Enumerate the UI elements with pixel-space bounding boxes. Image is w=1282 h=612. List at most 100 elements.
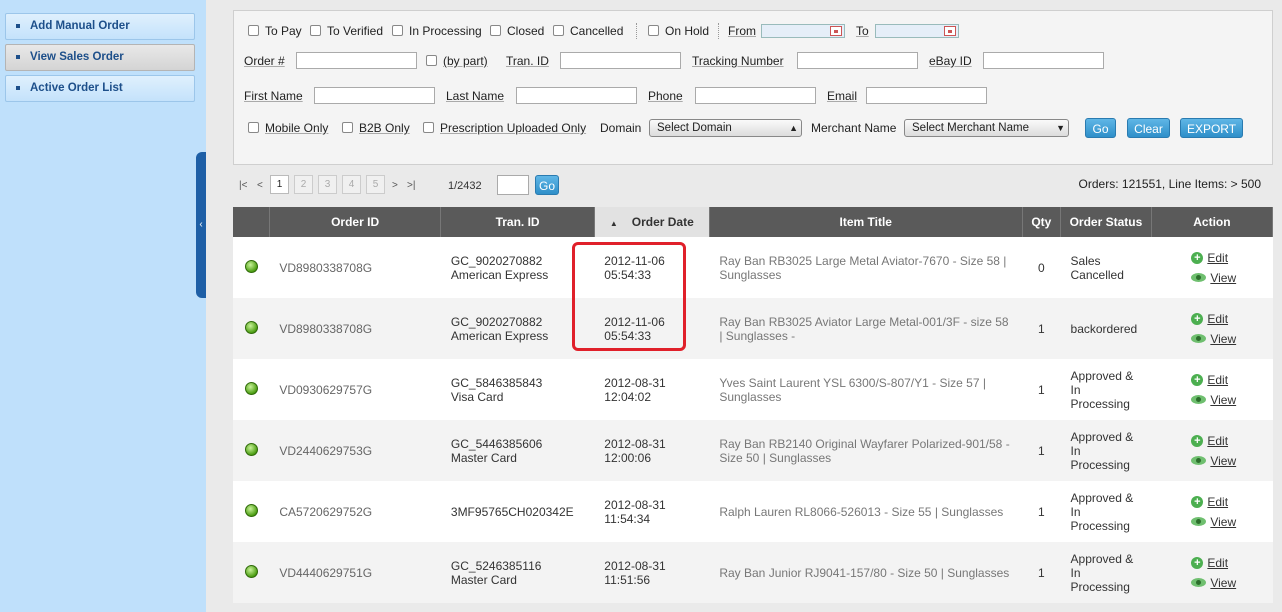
calendar-icon[interactable] <box>830 26 842 36</box>
tracking-number-input[interactable] <box>797 52 918 69</box>
column-header-order-date[interactable]: ▲ Order Date <box>594 207 710 237</box>
view-link[interactable]: View <box>1210 332 1236 346</box>
edit-action[interactable]: + Edit <box>1191 492 1262 512</box>
view-action[interactable]: View <box>1191 268 1262 288</box>
clear-button[interactable]: Clear <box>1127 118 1170 138</box>
page-link[interactable]: 2 <box>294 175 313 194</box>
page-link[interactable]: 1 <box>270 175 289 194</box>
to-verified-checkbox[interactable] <box>310 25 321 36</box>
edit-link[interactable]: Edit <box>1207 373 1228 387</box>
view-link[interactable]: View <box>1210 454 1236 468</box>
bullet-icon <box>16 23 20 28</box>
divider <box>636 23 637 39</box>
ebay-id-input[interactable] <box>983 52 1104 69</box>
first-page-link[interactable]: |< <box>239 180 247 191</box>
view-link[interactable]: View <box>1210 576 1236 590</box>
page-link[interactable]: 4 <box>342 175 361 194</box>
view-action[interactable]: View <box>1191 573 1262 593</box>
order-id-cell: VD8980338708G <box>279 260 373 275</box>
to-date-field[interactable] <box>875 24 959 38</box>
sidebar-item-add-manual-order[interactable]: Add Manual Order <box>5 13 195 40</box>
order-number-input[interactable] <box>296 52 417 69</box>
cancelled-checkbox[interactable] <box>553 25 564 36</box>
to-pay-checkbox[interactable] <box>248 25 259 36</box>
edit-link[interactable]: Edit <box>1207 495 1228 509</box>
calendar-icon[interactable] <box>944 26 956 36</box>
column-header-order-status[interactable]: Order Status <box>1060 207 1152 237</box>
edit-link[interactable]: Edit <box>1207 312 1228 326</box>
add-circle-icon: + <box>1191 312 1204 325</box>
status-led-icon <box>244 564 258 578</box>
phone-label: Phone <box>648 89 683 103</box>
column-header-order-id[interactable]: Order ID <box>269 207 442 237</box>
first-name-input[interactable] <box>314 87 435 104</box>
qty-cell: 1 <box>1038 565 1045 580</box>
export-button[interactable]: EXPORT <box>1180 118 1243 138</box>
order-summary: Orders: 121551, Line Items: > 500 <box>1078 177 1261 191</box>
order-date-cell: 2012-08-31 12:00:06 <box>594 420 709 481</box>
email-input[interactable] <box>866 87 987 104</box>
table-header-row: Order ID Tran. ID ▲ Order Date Item Title… <box>233 207 1274 237</box>
column-header-tran-id[interactable]: Tran. ID <box>440 207 595 237</box>
order-status-cell: Approved & In Processing <box>1070 490 1134 533</box>
view-link[interactable]: View <box>1210 515 1236 529</box>
eye-icon <box>1191 272 1207 282</box>
edit-action[interactable]: + Edit <box>1191 309 1262 329</box>
next-page-link[interactable]: > <box>392 180 398 191</box>
b2b-only-checkbox[interactable] <box>342 122 353 133</box>
qty-cell: 1 <box>1038 504 1045 519</box>
edit-link[interactable]: Edit <box>1207 251 1228 265</box>
sidebar-item-label: Add Manual Order <box>30 20 130 32</box>
prev-page-link[interactable]: < <box>257 180 263 191</box>
order-id-cell: VD2440629753G <box>279 443 373 458</box>
page-link[interactable]: 5 <box>366 175 385 194</box>
order-id-cell: CA5720629752G <box>279 504 373 519</box>
closed-checkbox[interactable] <box>490 25 501 36</box>
edit-action[interactable]: + Edit <box>1191 553 1262 573</box>
order-date-cell: 2012-08-31 12:04:02 <box>594 359 709 420</box>
sidebar-item-view-sales-order[interactable]: View Sales Order <box>5 44 195 71</box>
merchant-select[interactable]: Select Merchant Name ▼ <box>904 119 1069 137</box>
edit-action[interactable]: + Edit <box>1191 370 1262 390</box>
tran-id: 3MF95765CH020342E <box>450 504 574 519</box>
page-link[interactable]: 3 <box>318 175 337 194</box>
phone-input[interactable] <box>695 87 816 104</box>
page-go-button[interactable]: Go <box>535 175 559 195</box>
add-circle-icon: + <box>1191 495 1204 508</box>
view-action[interactable]: View <box>1191 512 1262 532</box>
on-hold-checkbox[interactable] <box>648 25 659 36</box>
by-part-checkbox[interactable] <box>426 55 437 66</box>
view-action[interactable]: View <box>1191 329 1262 349</box>
column-header-qty[interactable]: Qty <box>1022 207 1062 237</box>
last-page-link[interactable]: >| <box>407 180 415 191</box>
edit-action[interactable]: + Edit <box>1191 431 1262 451</box>
view-link[interactable]: View <box>1210 271 1236 285</box>
b2b-only-label: B2B Only <box>359 121 410 135</box>
tran-id-label: Tran. ID <box>506 54 549 68</box>
mobile-only-checkbox[interactable] <box>248 122 259 133</box>
sidebar-collapse-toggle[interactable]: ‹ <box>196 152 206 298</box>
column-header-item-title[interactable]: Item Title <box>709 207 1023 237</box>
view-action[interactable]: View <box>1191 451 1262 471</box>
go-button[interactable]: Go <box>1085 118 1116 138</box>
eye-icon <box>1191 455 1207 465</box>
order-date: 2012-08-31 <box>604 436 666 451</box>
tran-id: GC_5246385116 <box>450 558 542 573</box>
view-action[interactable]: View <box>1191 390 1262 410</box>
table-row: VD2440629753G GC_5446385606 Master Card 201… <box>233 420 1273 481</box>
from-date-field[interactable] <box>761 24 845 38</box>
domain-select[interactable]: Select Domain ▲ <box>649 119 802 137</box>
edit-link[interactable]: Edit <box>1207 556 1228 570</box>
eye-icon <box>1191 516 1207 526</box>
prescription-checkbox[interactable] <box>423 122 434 133</box>
edit-link[interactable]: Edit <box>1207 434 1228 448</box>
edit-action[interactable]: + Edit <box>1191 248 1262 268</box>
last-name-input[interactable] <box>516 87 637 104</box>
in-processing-checkbox[interactable] <box>392 25 403 36</box>
eye-icon <box>1191 577 1207 587</box>
last-name-label: Last Name <box>446 89 505 103</box>
view-link[interactable]: View <box>1210 393 1236 407</box>
sidebar-item-active-order-list[interactable]: Active Order List <box>5 75 195 102</box>
page-number-input[interactable] <box>497 175 529 195</box>
tran-id-input[interactable] <box>560 52 681 69</box>
